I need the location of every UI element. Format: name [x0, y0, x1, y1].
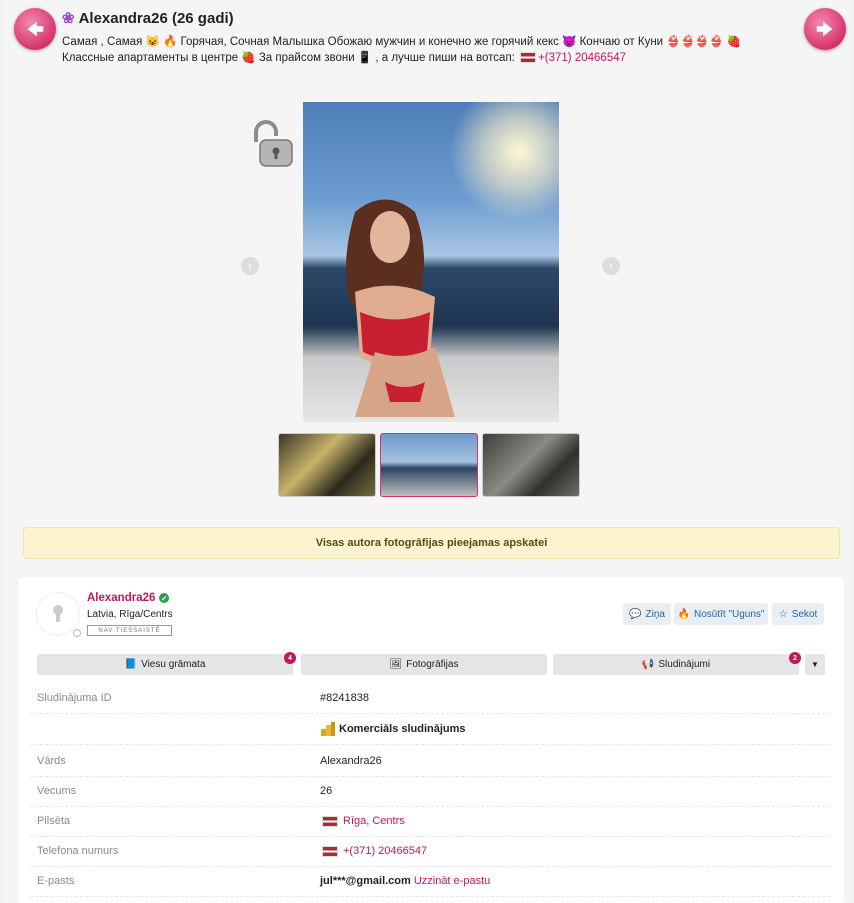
- photos-icon: 🖼: [389, 659, 403, 670]
- phone-link[interactable]: +(371) 20466547: [538, 52, 626, 64]
- profile-title: Alexandra26 (26 gadi): [78, 9, 234, 27]
- description-text: Самая , Самая 😺 🔥 Горячая, Сочная Малышк…: [62, 36, 742, 64]
- online-status-badge: NAV TIEŠSAISTĒ: [87, 625, 172, 636]
- chat-bubble-icon: 💬: [629, 608, 642, 620]
- detail-row-phone: Telefona numurs +(371) 20466547: [30, 836, 830, 867]
- city-link[interactable]: Rīga, Centrs: [343, 815, 405, 827]
- fire-icon: 🔥: [677, 608, 690, 620]
- ads-count-badge: 2: [789, 652, 801, 664]
- reveal-email-link[interactable]: Uzzināt e-pastu: [414, 875, 490, 887]
- latvia-flag-icon: [520, 52, 537, 64]
- latvia-flag-icon: [322, 815, 338, 827]
- phone-number-link[interactable]: +(371) 20466547: [343, 845, 427, 857]
- profile-location: Latvia, Rīga/Centrs: [87, 609, 173, 620]
- thumbnail-1[interactable]: [278, 433, 376, 497]
- tab-guestbook-label: Viesu grāmata: [141, 659, 206, 670]
- latvia-flag-icon: [322, 845, 338, 857]
- guestbook-count-badge: 4: [284, 652, 296, 664]
- gallery-next-arrow[interactable]: ›: [602, 257, 620, 275]
- detail-value: jul***@gmail.com Uzzināt e-pastu: [320, 875, 490, 887]
- detail-key: Telefona numurs: [37, 845, 119, 857]
- offline-status-dot: [73, 629, 81, 637]
- unlocked-padlock-icon: [254, 120, 293, 167]
- detail-key: Sludinājuma ID: [37, 692, 112, 704]
- detail-row-name: Vārds Alexandra26: [30, 746, 830, 777]
- commercial-label: Komerciāls sludinājums: [339, 723, 466, 735]
- placeholder-avatar-icon: [53, 605, 63, 622]
- star-icon: ☆: [778, 608, 788, 620]
- detail-value: Alexandra26: [320, 755, 382, 767]
- coins-icon: [321, 722, 335, 736]
- arrow-left-icon: [27, 21, 44, 37]
- detail-value[interactable]: +(371) 20466547: [320, 845, 427, 857]
- more-dropdown-button[interactable]: ▼: [805, 654, 825, 675]
- tab-ads-label: Sludinājumi: [658, 659, 711, 670]
- caret-down-icon: ▼: [811, 660, 819, 669]
- tab-photos-label: Fotogrāfijas: [406, 659, 459, 670]
- username-text[interactable]: Alexandra26: [87, 592, 155, 604]
- tab-guestbook[interactable]: 📘 Viesu grāmata: [37, 654, 293, 675]
- tab-photos[interactable]: 🖼 Fotogrāfijas: [301, 654, 547, 675]
- detail-value: #8241838: [320, 692, 369, 704]
- avatar[interactable]: [36, 592, 81, 637]
- follow-label: Sekot: [791, 608, 818, 620]
- gallery-prev-arrow[interactable]: ‹: [241, 257, 259, 275]
- detail-row-age: Vecums 26: [30, 776, 830, 807]
- thumbnail-3[interactable]: [482, 433, 580, 497]
- photo-thumbnails: [278, 433, 580, 497]
- detail-value: 26: [320, 785, 333, 797]
- page-title: ❀ Alexandra26 (26 gadi): [62, 9, 234, 28]
- detail-value[interactable]: Rīga, Centrs: [320, 815, 405, 827]
- detail-key: E-pasts: [37, 875, 75, 887]
- photo-subject: [346, 199, 455, 417]
- detail-row-commercial: Komerciāls sludinājums: [30, 714, 830, 745]
- main-photo[interactable]: [303, 102, 559, 422]
- detail-value: Komerciāls sludinājums: [320, 721, 466, 737]
- follow-button[interactable]: ☆ Sekot: [772, 603, 824, 625]
- verified-check-icon: ✓: [159, 593, 170, 603]
- send-fire-label: Nosūtīt "Uguns": [693, 608, 765, 620]
- next-profile-button[interactable]: [804, 8, 846, 50]
- detail-row-city: Pilsēta Rīga, Centrs: [30, 806, 830, 837]
- detail-key: Vārds: [37, 755, 66, 767]
- megaphone-icon: 📢: [641, 659, 655, 670]
- book-icon: 📘: [124, 659, 138, 670]
- detail-key: Pilsēta: [37, 815, 71, 827]
- profile-username[interactable]: Alexandra26 ✓: [87, 592, 170, 604]
- detail-row-id: Sludinājuma ID #8241838: [30, 683, 830, 714]
- detail-row-email: E-pasts jul***@gmail.com Uzzināt e-pastu: [30, 866, 830, 897]
- arrow-right-icon: [816, 21, 833, 37]
- message-button[interactable]: 💬 Ziņa: [623, 603, 671, 625]
- profile-description: Самая , Самая 😺 🔥 Горячая, Сочная Малышк…: [62, 34, 782, 66]
- detail-key: Vecums: [37, 785, 77, 797]
- lotus-icon: ❀: [62, 10, 75, 27]
- message-label: Ziņa: [645, 608, 665, 620]
- thumbnail-2[interactable]: [380, 433, 478, 497]
- tab-ads[interactable]: 📢 Sludinājumi: [553, 654, 799, 675]
- photo-access-notice: Visas autora fotogrāfijas pieejamas apsk…: [23, 527, 840, 559]
- previous-profile-button[interactable]: [14, 8, 56, 50]
- send-fire-button[interactable]: 🔥 Nosūtīt "Uguns": [674, 603, 768, 625]
- email-masked: jul***@gmail.com: [320, 875, 411, 887]
